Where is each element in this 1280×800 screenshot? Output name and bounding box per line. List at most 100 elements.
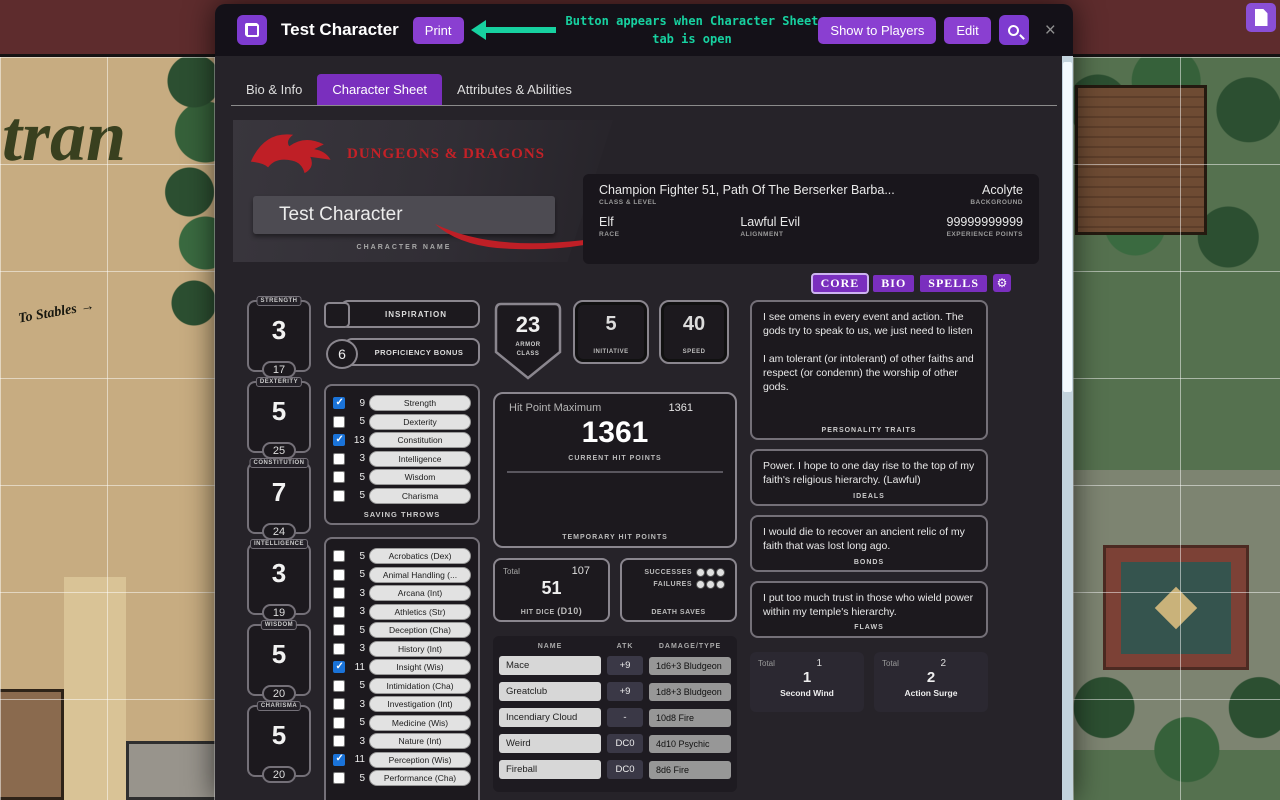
skill-name-pill[interactable]: Athletics (Str) (369, 604, 471, 620)
save-name-pill[interactable]: Dexterity (369, 414, 471, 430)
ability-score[interactable]: 19 (262, 604, 296, 621)
copy-character-button[interactable] (237, 15, 267, 45)
attack-damage-pill[interactable]: 10d8 Fire (649, 709, 731, 727)
armor-class-box[interactable]: 23 ARMOR CLASS (493, 300, 563, 382)
tab-bio-info[interactable]: Bio & Info (231, 74, 317, 105)
resource-value[interactable]: 2 (882, 669, 980, 686)
resource-value[interactable]: 1 (758, 669, 856, 686)
ability-dexterity[interactable]: DEXTERITY 5 25 (247, 381, 311, 453)
proficiency-checkbox[interactable] (333, 587, 345, 599)
personality-traits-box[interactable]: I see omens in every event and action. T… (750, 300, 988, 440)
save-name-pill[interactable]: Constitution (369, 432, 471, 448)
ability-intelligence[interactable]: INTELLIGENCE 3 19 (247, 543, 311, 615)
proficiency-checkbox[interactable] (333, 643, 345, 655)
hit-points-box[interactable]: Hit Point Maximum 1361 1361 CURRENT HIT … (493, 392, 737, 548)
ideals-box[interactable]: Power. I hope to one day rise to the top… (750, 449, 988, 506)
save-name-pill[interactable]: Intelligence (369, 451, 471, 467)
ability-charisma[interactable]: CHARISMA 5 20 (247, 705, 311, 777)
proficiency-checkbox[interactable] (333, 397, 345, 409)
skill-name-pill[interactable]: Animal Handling (... (369, 567, 471, 583)
save-name-pill[interactable]: Charisma (369, 488, 471, 504)
inspiration-slot[interactable] (324, 302, 350, 328)
close-button[interactable]: × (1045, 21, 1056, 40)
badge-bio[interactable]: BIO (873, 275, 914, 292)
show-to-players-button[interactable]: Show to Players (818, 17, 936, 44)
proficiency-checkbox[interactable] (333, 661, 345, 673)
attack-name-pill[interactable]: Weird (499, 734, 601, 753)
skill-name-pill[interactable]: Deception (Cha) (369, 622, 471, 638)
bonds-box[interactable]: I would die to recover an ancient relic … (750, 515, 988, 572)
tab-character-sheet[interactable]: Character Sheet (317, 74, 442, 105)
proficiency-checkbox[interactable] (333, 772, 345, 784)
proficiency-checkbox[interactable] (333, 550, 345, 562)
skill-name-pill[interactable]: Perception (Wis) (369, 752, 471, 768)
current-hp-value[interactable]: 1361 (505, 416, 725, 450)
proficiency-checkbox[interactable] (333, 624, 345, 636)
modal-scrollbar[interactable] (1062, 56, 1073, 800)
ability-score[interactable]: 20 (262, 766, 296, 783)
attack-damage-pill[interactable]: 1d8+3 Bludgeon (649, 683, 731, 701)
proficiency-checkbox[interactable] (333, 569, 345, 581)
skill-name-pill[interactable]: Investigation (Int) (369, 696, 471, 712)
skill-name-pill[interactable]: Insight (Wis) (369, 659, 471, 675)
skill-name-pill[interactable]: History (Int) (369, 641, 471, 657)
proficiency-checkbox[interactable] (333, 471, 345, 483)
attack-bonus-pill[interactable]: DC0 (607, 760, 643, 779)
ability-strength[interactable]: STRENGTH 3 17 (247, 300, 311, 372)
ability-score[interactable]: 25 (262, 442, 296, 459)
proficiency-checkbox[interactable] (333, 416, 345, 428)
action-surge-box[interactable]: Total 2 2 Action Surge (874, 652, 988, 712)
ability-wisdom[interactable]: WISDOM 5 20 (247, 624, 311, 696)
death-save-failure-dots[interactable] (695, 580, 725, 589)
flaws-box[interactable]: I put too much trust in those who wield … (750, 581, 988, 638)
attack-damage-pill[interactable]: 1d6+3 Bludgeon (649, 657, 731, 675)
skill-name-pill[interactable]: Nature (Int) (369, 733, 471, 749)
second-wind-box[interactable]: Total 1 1 Second Wind (750, 652, 864, 712)
ability-score[interactable]: 20 (262, 685, 296, 702)
initiative-box[interactable]: 5 INITIATIVE (573, 300, 649, 364)
attack-bonus-pill[interactable]: - (607, 708, 643, 727)
scrollbar-thumb[interactable] (1063, 62, 1072, 392)
proficiency-checkbox[interactable] (333, 698, 345, 710)
character-info-box[interactable]: Champion Fighter 51, Path Of The Berserk… (583, 174, 1039, 264)
attack-bonus-pill[interactable]: DC0 (607, 734, 643, 753)
skill-name-pill[interactable]: Arcana (Int) (369, 585, 471, 601)
tab-attributes-abilities[interactable]: Attributes & Abilities (442, 74, 587, 105)
hit-dice-box[interactable]: Total 107 51 HIT DICE (D10) (493, 558, 610, 622)
proficiency-checkbox[interactable] (333, 606, 345, 618)
save-name-pill[interactable]: Strength (369, 395, 471, 411)
proficiency-checkbox[interactable] (333, 735, 345, 747)
proficiency-checkbox[interactable] (333, 717, 345, 729)
attack-bonus-pill[interactable]: +9 (607, 656, 643, 675)
proficiency-checkbox[interactable] (333, 453, 345, 465)
skill-name-pill[interactable]: Medicine (Wis) (369, 715, 471, 731)
hit-dice-value[interactable]: 51 (503, 578, 600, 599)
sheet-settings-button[interactable] (993, 274, 1011, 292)
edit-button[interactable]: Edit (944, 17, 990, 44)
sheet-panel-button[interactable] (1246, 3, 1276, 32)
ability-constitution[interactable]: CONSTITUTION 7 24 (247, 462, 311, 534)
save-name-pill[interactable]: Wisdom (369, 469, 471, 485)
attack-damage-pill[interactable]: 4d10 Psychic (649, 735, 731, 753)
skill-name-pill[interactable]: Intimidation (Cha) (369, 678, 471, 694)
death-save-success-dots[interactable] (695, 568, 725, 577)
skill-name-pill[interactable]: Acrobatics (Dex) (369, 548, 471, 564)
attack-name-pill[interactable]: Incendiary Cloud (499, 708, 601, 727)
speed-box[interactable]: 40 SPEED (659, 300, 729, 364)
proficiency-checkbox[interactable] (333, 434, 345, 446)
ability-score[interactable]: 17 (262, 361, 296, 378)
skill-name-pill[interactable]: Performance (Cha) (369, 770, 471, 786)
attack-bonus-pill[interactable]: +9 (607, 682, 643, 701)
proficiency-checkbox[interactable] (333, 680, 345, 692)
badge-spells[interactable]: SPELLS (920, 275, 987, 292)
print-button[interactable]: Print (413, 17, 464, 44)
badge-core[interactable]: CORE (813, 275, 868, 292)
attack-name-pill[interactable]: Greatclub (499, 682, 601, 701)
proficiency-checkbox[interactable] (333, 754, 345, 766)
proficiency-value[interactable]: 6 (326, 339, 358, 369)
proficiency-checkbox[interactable] (333, 490, 345, 502)
hp-max-value[interactable]: 1361 (669, 402, 693, 414)
ability-score[interactable]: 24 (262, 523, 296, 540)
attack-damage-pill[interactable]: 8d6 Fire (649, 761, 731, 779)
attack-name-pill[interactable]: Mace (499, 656, 601, 675)
